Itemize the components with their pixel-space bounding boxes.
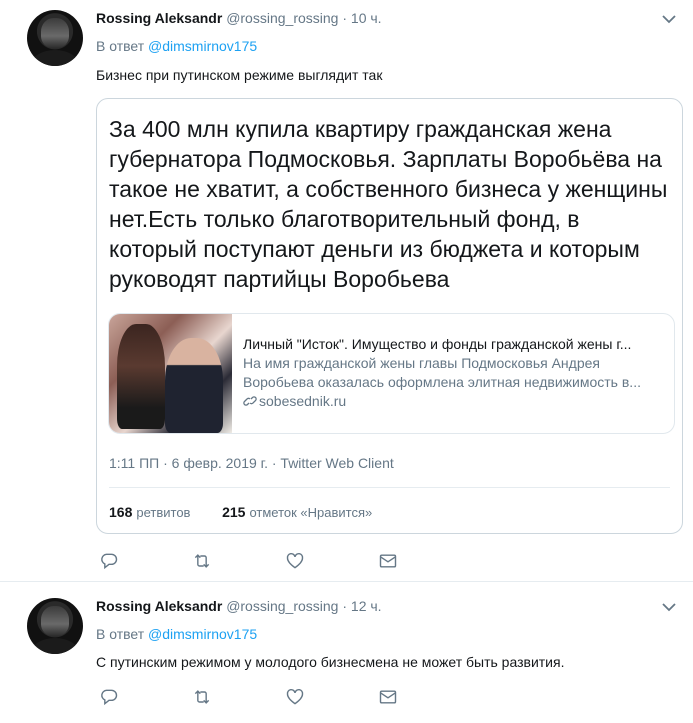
- card-title: Личный "Исток". Имущество и фонды гражда…: [243, 336, 632, 352]
- tweet-header: Rossing Aleksandr @rossing_rossing · 12 …: [96, 598, 382, 614]
- card-image: [109, 314, 232, 433]
- likes-stat[interactable]: 215 отметок «Нравится»: [222, 504, 373, 520]
- user-name[interactable]: Rossing Aleksandr: [96, 598, 222, 614]
- reply-context: В ответ @dimsmirnov175: [96, 38, 257, 54]
- quoted-tweet[interactable]: За 400 млн купила квартиру гражданская ж…: [96, 98, 683, 534]
- reply-context: В ответ @dimsmirnov175: [96, 626, 257, 642]
- tweet-actions: [96, 686, 416, 708]
- reply-icon[interactable]: [98, 550, 120, 572]
- chevron-down-icon[interactable]: [661, 12, 677, 24]
- tweet[interactable]: Rossing Aleksandr @rossing_rossing · 10 …: [0, 0, 693, 582]
- tweet-text: Бизнес при путинском режиме выглядит так: [96, 67, 383, 83]
- user-handle[interactable]: @rossing_rossing: [226, 598, 338, 614]
- likes-label: отметок «Нравится»: [249, 505, 373, 520]
- retweets-count: 168: [109, 504, 133, 520]
- tweet[interactable]: Rossing Aleksandr @rossing_rossing · 12 …: [0, 582, 693, 723]
- separator-dot: ·: [342, 10, 348, 26]
- tweet-header: Rossing Aleksandr @rossing_rossing · 10 …: [96, 10, 382, 26]
- card-domain: sobesednik.ru: [243, 392, 668, 411]
- tweet-text: С путинским режимом у молодого бизнесмен…: [96, 654, 565, 670]
- divider: [109, 487, 670, 488]
- heart-icon[interactable]: [284, 550, 306, 572]
- timestamp[interactable]: 12 ч.: [351, 598, 382, 614]
- tweet-stats: 168 ретвитов 215 отметок «Нравится»: [109, 504, 372, 520]
- user-name[interactable]: Rossing Aleksandr: [96, 10, 222, 26]
- timestamp[interactable]: 10 ч.: [351, 10, 382, 26]
- avatar[interactable]: [27, 10, 83, 66]
- separator-dot: ·: [342, 598, 348, 614]
- tweet-actions: [96, 550, 416, 572]
- card-domain-text: sobesednik.ru: [259, 393, 347, 409]
- link-icon: [243, 393, 257, 406]
- reply-to-link[interactable]: @dimsmirnov175: [148, 38, 257, 54]
- retweets-label: ретвитов: [136, 505, 191, 520]
- retweet-icon[interactable]: [191, 550, 213, 572]
- envelope-icon[interactable]: [377, 550, 399, 572]
- tweet-meta[interactable]: 1:11 ПП · 6 февр. 2019 г. · Twitter Web …: [109, 455, 394, 471]
- reply-to-link[interactable]: @dimsmirnov175: [148, 626, 257, 642]
- card-description: На имя гражданской жены главы Подмосковь…: [243, 355, 641, 390]
- reply-prefix: В ответ: [96, 38, 145, 54]
- reply-icon[interactable]: [98, 686, 120, 708]
- reply-prefix: В ответ: [96, 626, 145, 642]
- avatar[interactable]: [27, 598, 83, 654]
- link-card[interactable]: Личный "Исток". Имущество и фонды гражда…: [108, 313, 675, 434]
- quoted-tweet-text: За 400 млн купила квартиру гражданская ж…: [109, 116, 668, 292]
- heart-icon[interactable]: [284, 686, 306, 708]
- envelope-icon[interactable]: [377, 686, 399, 708]
- retweet-icon[interactable]: [191, 686, 213, 708]
- user-handle[interactable]: @rossing_rossing: [226, 10, 338, 26]
- retweets-stat[interactable]: 168 ретвитов: [109, 504, 191, 520]
- likes-count: 215: [222, 504, 246, 520]
- chevron-down-icon[interactable]: [661, 600, 677, 612]
